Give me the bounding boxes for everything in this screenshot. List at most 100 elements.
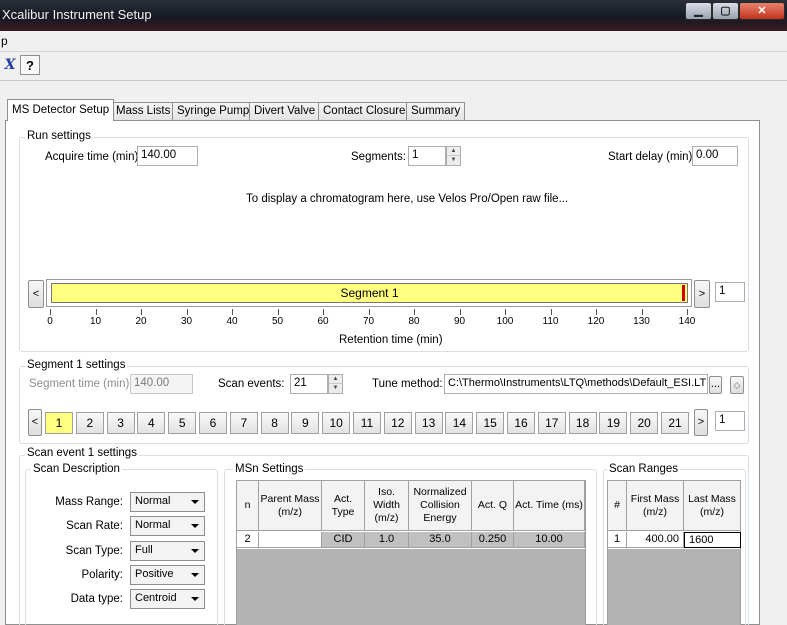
scan-event-button-9[interactable]: 9 <box>291 412 320 434</box>
tab-divert-valve[interactable]: Divert Valve <box>249 102 321 120</box>
start-delay-input[interactable]: 0.00 <box>692 146 738 166</box>
msn-cell-act-time[interactable]: 10.00 <box>514 532 585 548</box>
scan-event-button-7[interactable]: 7 <box>229 412 258 434</box>
tab-ms-detector-setup[interactable]: MS Detector Setup <box>7 99 115 121</box>
tab-summary[interactable]: Summary <box>406 102 466 120</box>
help-question-icon[interactable]: ? <box>20 55 40 75</box>
scan-event-button-19[interactable]: 19 <box>599 412 628 434</box>
msn-cell-act-q[interactable]: 0.250 <box>472 532 514 548</box>
scan-description-select[interactable]: Positive <box>130 564 205 585</box>
minimize-button[interactable]: ▁ <box>685 2 712 20</box>
scan-description-select[interactable]: Normal <box>130 492 205 512</box>
segment-number-input[interactable]: 1 <box>715 282 745 302</box>
axis-tick <box>414 309 415 315</box>
axis-tick-label: 50 <box>271 316 284 327</box>
toolbar: X ? <box>0 52 787 79</box>
chevron-down-icon <box>191 524 199 529</box>
up-arrow-icon[interactable]: ▲ <box>329 375 342 384</box>
axis-tick-label: 20 <box>135 316 147 327</box>
scan-event-button-12[interactable]: 12 <box>383 412 412 434</box>
scan-event-button-17[interactable]: 17 <box>537 412 566 434</box>
axis-tick-label: 30 <box>180 316 193 327</box>
axis-tick <box>687 309 688 315</box>
menu-help[interactable]: p <box>1 34 8 48</box>
msn-header-act-time: Act. Time (ms) <box>514 481 585 531</box>
scan-event-button-20[interactable]: 20 <box>630 412 659 434</box>
msn-cell-act-type[interactable]: CID <box>322 532 365 548</box>
close-x-icon[interactable]: X <box>0 55 20 75</box>
scan-description-select[interactable]: Full <box>130 540 205 561</box>
axis-tick <box>550 309 552 315</box>
msn-cell-n: 2 <box>237 532 259 548</box>
axis-tick <box>596 309 597 315</box>
scan-ranges-grid: # First Mass (m/z) Last Mass (m/z) 1 400… <box>607 480 741 625</box>
ranges-cell-last-mass[interactable]: 1600 <box>684 532 741 548</box>
axis-tick-label: 130 <box>633 316 650 327</box>
axis-tick-label: 80 <box>408 316 420 327</box>
title-bar: Xcalibur Instrument Setup ▁ ▢ ✕ <box>0 0 787 31</box>
msn-grid-empty-area <box>237 549 585 625</box>
chevron-down-icon <box>191 548 199 553</box>
scan-description-value: Centroid <box>135 592 177 605</box>
scan-event-button-11[interactable]: 11 <box>353 412 381 434</box>
segment-settings-title: Segment 1 settings <box>25 359 128 371</box>
scan-event-button-1[interactable]: 1 <box>45 412 73 434</box>
scan-events-input[interactable]: 21 <box>290 374 328 394</box>
msn-grid: n Parent Mass (m/z) Act. Type Iso. Width… <box>236 480 586 625</box>
axis-tick <box>641 309 643 315</box>
tune-method-input[interactable]: C:\Thermo\Instruments\LTQ\methods\Defaul… <box>444 374 708 394</box>
axis-tick <box>368 309 370 315</box>
scan-event-button-10[interactable]: 10 <box>322 412 351 434</box>
event-number-input[interactable]: 1 <box>715 411 745 431</box>
tune-method-browse-button[interactable]: ... <box>709 376 722 394</box>
scan-event-button-21[interactable]: 21 <box>661 412 689 434</box>
tune-method-options-icon[interactable]: ◇ <box>730 376 744 394</box>
scan-events-spinner[interactable]: ▲ ▼ <box>328 374 343 394</box>
acquire-time-input[interactable]: 140.00 <box>137 146 198 166</box>
tab-contact-closure[interactable]: Contact Closure <box>318 102 411 120</box>
window-title: Xcalibur Instrument Setup <box>2 7 152 22</box>
tab-mass-lists[interactable]: Mass Lists <box>111 102 176 120</box>
axis-tick-label: 120 <box>587 316 605 327</box>
scan-event-button-3[interactable]: 3 <box>106 412 135 434</box>
ranges-cell-first-mass[interactable]: 400.00 <box>627 532 684 548</box>
up-arrow-icon[interactable]: ▲ <box>447 147 460 156</box>
event-scroll-right-button[interactable]: > <box>694 409 708 436</box>
acquire-time-label: Acquire time (min): <box>45 151 142 163</box>
scan-event-button-16[interactable]: 16 <box>507 412 535 434</box>
segments-spinner[interactable]: ▲ ▼ <box>446 146 461 166</box>
down-arrow-icon[interactable]: ▼ <box>329 384 342 393</box>
scan-event-button-8[interactable]: 8 <box>260 412 289 434</box>
scan-description-label: Polarity: <box>81 568 123 581</box>
tab-syringe-pump[interactable]: Syringe Pump <box>172 102 255 120</box>
segments-label: Segments: <box>351 151 406 163</box>
scan-event-button-5[interactable]: 5 <box>168 412 197 434</box>
scan-event-button-18[interactable]: 18 <box>568 412 597 434</box>
segment-1-block[interactable]: Segment 1 <box>51 283 688 303</box>
scan-description-select[interactable]: Normal <box>130 516 205 537</box>
scan-event-button-13[interactable]: 13 <box>414 412 443 434</box>
scan-description-value: Normal <box>135 519 171 532</box>
scan-description-select[interactable]: Centroid <box>130 589 205 610</box>
scan-event-button-15[interactable]: 15 <box>476 412 505 434</box>
close-button[interactable]: ✕ <box>739 2 785 20</box>
maximize-button[interactable]: ▢ <box>712 2 739 20</box>
segment-end-marker[interactable] <box>682 285 685 301</box>
axis-tick-label: 90 <box>453 316 466 327</box>
scan-event-button-2[interactable]: 2 <box>75 412 104 434</box>
segment-scroll-right-button[interactable]: > <box>694 280 710 308</box>
msn-cell-collision-energy[interactable]: 35.0 <box>409 532 472 548</box>
down-arrow-icon[interactable]: ▼ <box>447 156 460 165</box>
segments-input[interactable]: 1 <box>408 146 446 166</box>
scan-event-button-6[interactable]: 6 <box>199 412 227 434</box>
segment-scroll-left-button[interactable]: < <box>28 280 44 308</box>
msn-cell-parent-mass[interactable] <box>259 532 322 548</box>
msn-cell-iso-width[interactable]: 1.0 <box>365 532 409 548</box>
axis-tick-label: 140 <box>678 316 696 327</box>
scan-description-value: Normal <box>135 495 171 507</box>
event-scroll-left-button[interactable]: < <box>28 409 42 436</box>
segment-time-input: 140.00 <box>130 374 193 394</box>
scan-event-button-4[interactable]: 4 <box>137 412 166 434</box>
scan-event-button-14[interactable]: 14 <box>445 412 474 434</box>
chromatogram-message: To display a chromatogram here, use Velo… <box>246 193 569 205</box>
